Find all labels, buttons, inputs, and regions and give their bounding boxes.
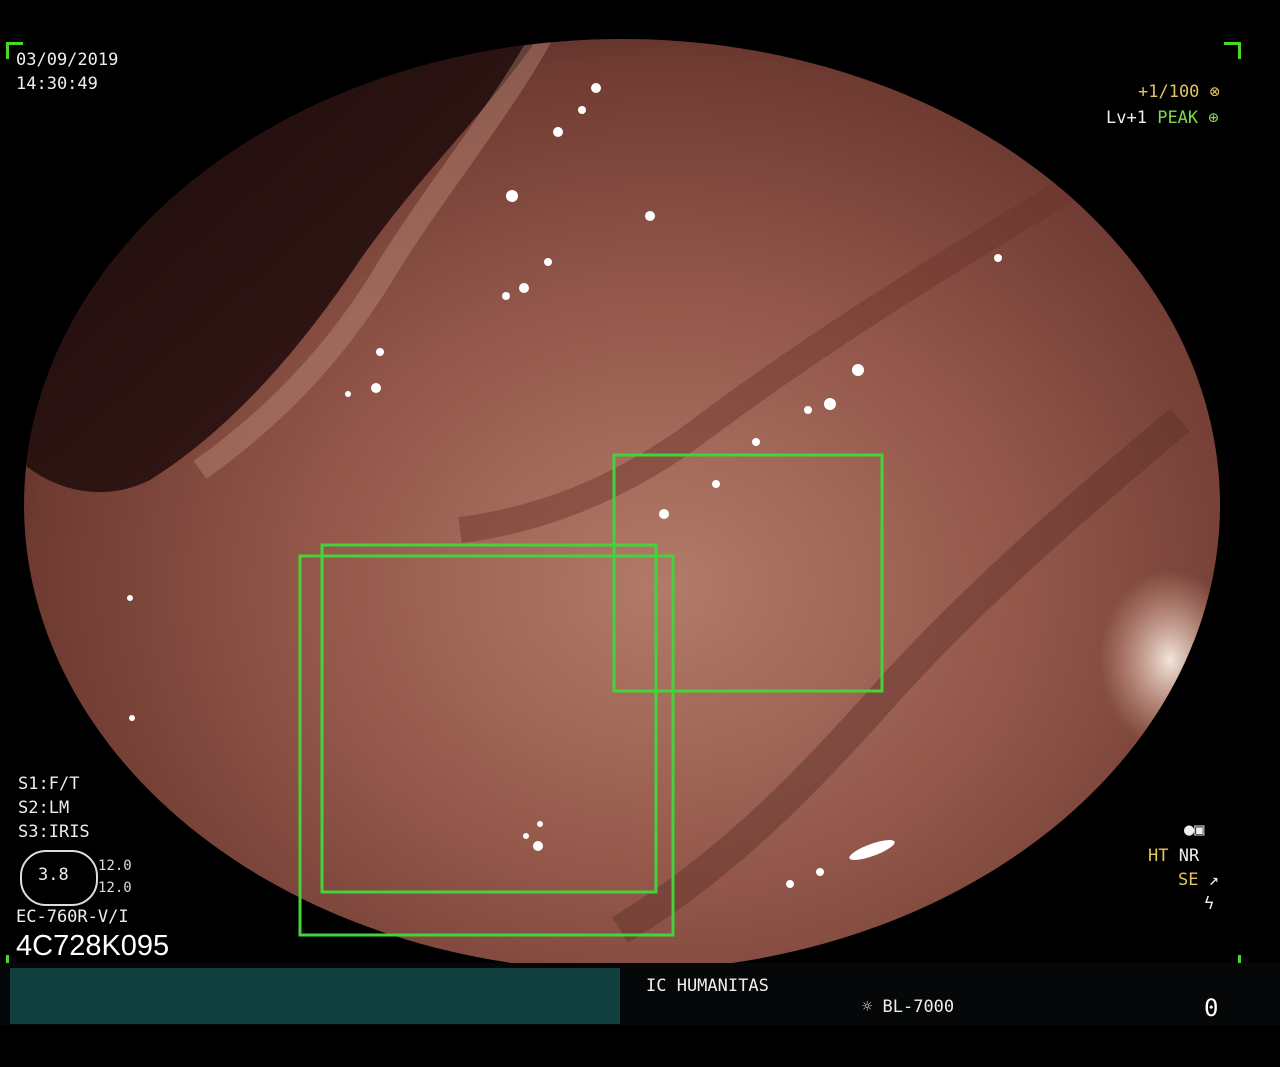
ht-nr-row: HT NR <box>1148 848 1199 865</box>
sun-icon: ☼ <box>862 997 873 1017</box>
hospital-label: IC HUMANITAS <box>646 976 769 996</box>
setting-row: S2:LM <box>18 798 70 818</box>
record-icon: ●▣ <box>1184 820 1205 840</box>
magnification-icon: ⊗ <box>1209 82 1220 102</box>
nr-label: NR <box>1178 846 1200 866</box>
corner-mark-top-right <box>1224 42 1241 59</box>
serial-number: 4C728K095 <box>16 930 170 962</box>
magnification-value: +1/100 <box>1138 82 1200 102</box>
scope-model: EC-760R-V/I <box>16 907 129 927</box>
gauge-value: 3.8 <box>38 865 69 885</box>
counter: 0 <box>1204 994 1219 1022</box>
enhancement-level: Lv+1 <box>1106 108 1147 128</box>
enhancement-icon: ⊕ <box>1208 108 1219 128</box>
enhancement-mode: PEAK <box>1157 108 1199 128</box>
ht-label: HT <box>1148 846 1169 866</box>
setting-row: S1:F/T <box>18 774 80 794</box>
settings-list: S1:F/T S2:LM S3:IRIS <box>18 772 90 844</box>
gauge-scale-bottom: 12.0 <box>98 880 132 896</box>
magnification-label: +1/100 ⊗ <box>1138 84 1220 101</box>
enhancement-row: Lv+1 PEAK ⊕ <box>1106 110 1219 127</box>
light-source: ☼ BL-7000 <box>862 997 955 1017</box>
flash-icon: ϟ <box>1204 894 1215 914</box>
date-label: 03/09/2019 <box>16 50 119 70</box>
setting-row: S3:IRIS <box>18 822 90 842</box>
time-label: 14:30:49 <box>16 74 98 94</box>
se-label: SE <box>1178 870 1199 890</box>
se-icon: ↗ <box>1208 870 1219 890</box>
gauge-scale-top: 12.0 <box>98 858 132 874</box>
se-row: SE ↗ <box>1178 872 1219 889</box>
status-teal-panel <box>10 968 620 1024</box>
endoscopy-image <box>24 39 1220 971</box>
